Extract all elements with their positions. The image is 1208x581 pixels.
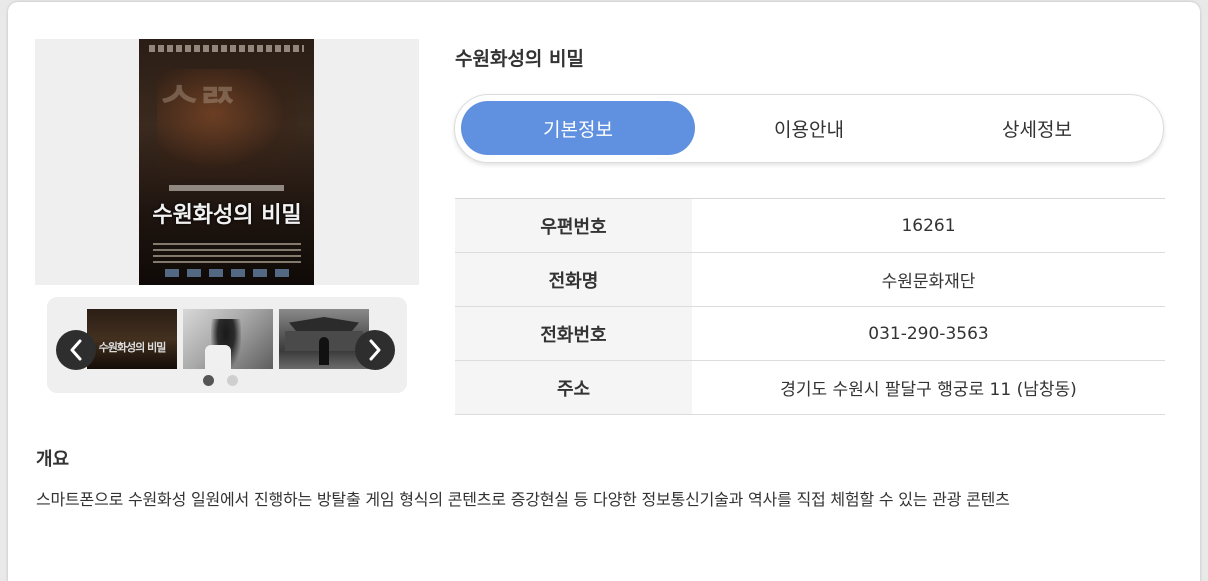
table-row: 전화번호 031-290-3563 xyxy=(455,307,1165,361)
info-tabs: 기본정보 이용안내 상세정보 xyxy=(454,94,1164,163)
row-value-phone-number: 031-290-3563 xyxy=(868,323,989,344)
carousel-prev-button[interactable] xyxy=(56,330,96,370)
detail-card: ᄉᄅᄌ 수원화성의 비밀 수원화성의 비밀 수원화성의 비밀 기본정보 이용안내… xyxy=(8,2,1200,581)
row-label-phone-number: 전화번호 xyxy=(455,307,692,360)
row-value-address: 경기도 수원시 팔달구 행궁로 11 (남창동) xyxy=(780,380,1077,400)
row-label-phone-name: 전화명 xyxy=(455,253,692,306)
tab-usage-guide[interactable]: 이용안내 xyxy=(692,101,926,155)
overview-heading: 개요 xyxy=(36,449,70,470)
table-row: 전화명 수원문화재단 xyxy=(455,253,1165,307)
tab-basic-info[interactable]: 기본정보 xyxy=(461,101,695,155)
thumbnail-3[interactable] xyxy=(279,309,369,369)
info-table: 우편번호 16261 전화명 수원문화재단 전화번호 031-290-3563 … xyxy=(455,198,1165,415)
poster-image: ᄉᄅᄌ 수원화성의 비밀 xyxy=(139,39,314,285)
thumbnail-2-clothing xyxy=(205,345,231,369)
poster-info-lines xyxy=(153,243,301,267)
thumbnail-2[interactable] xyxy=(183,309,273,369)
thumbnail-1-title: 수원화성의 비밀 xyxy=(98,341,167,354)
row-value-phone-name: 수원문화재단 xyxy=(881,272,976,292)
table-row: 주소 경기도 수원시 팔달구 행궁로 11 (남창동) xyxy=(455,361,1165,415)
chevron-right-icon xyxy=(369,339,381,361)
overview-text: 스마트폰으로 수원화성 일원에서 진행하는 방탈출 게임 형식의 콘텐츠로 증강… xyxy=(36,490,1010,509)
thumbnail-carousel: 수원화성의 비밀 xyxy=(47,297,407,393)
carousel-pagination xyxy=(203,375,243,387)
poster-background-lettering: ᄉᄅᄌ xyxy=(159,80,238,131)
tab-detail-info[interactable]: 상세정보 xyxy=(920,101,1154,155)
poster-header-text xyxy=(149,45,304,52)
thumbnail-3-person xyxy=(319,337,329,365)
row-label-postal-code: 우편번호 xyxy=(455,199,692,252)
row-label-address: 주소 xyxy=(455,361,692,414)
table-row: 우편번호 16261 xyxy=(455,199,1165,253)
poster-title: 수원화성의 비밀 xyxy=(152,203,302,228)
pagination-dot-active[interactable] xyxy=(203,375,214,386)
carousel-next-button[interactable] xyxy=(355,330,395,370)
poster-subtitle xyxy=(169,185,284,191)
poster-logos xyxy=(165,269,289,277)
main-image-container: ᄉᄅᄌ 수원화성의 비밀 xyxy=(35,39,419,285)
pagination-dot[interactable] xyxy=(227,375,238,386)
thumbnail-1[interactable]: 수원화성의 비밀 xyxy=(87,309,177,369)
thumbnail-3-gate-roof xyxy=(289,317,359,331)
row-value-postal-code: 16261 xyxy=(901,215,956,236)
chevron-left-icon xyxy=(70,339,82,361)
page-title: 수원화성의 비밀 xyxy=(455,48,584,70)
